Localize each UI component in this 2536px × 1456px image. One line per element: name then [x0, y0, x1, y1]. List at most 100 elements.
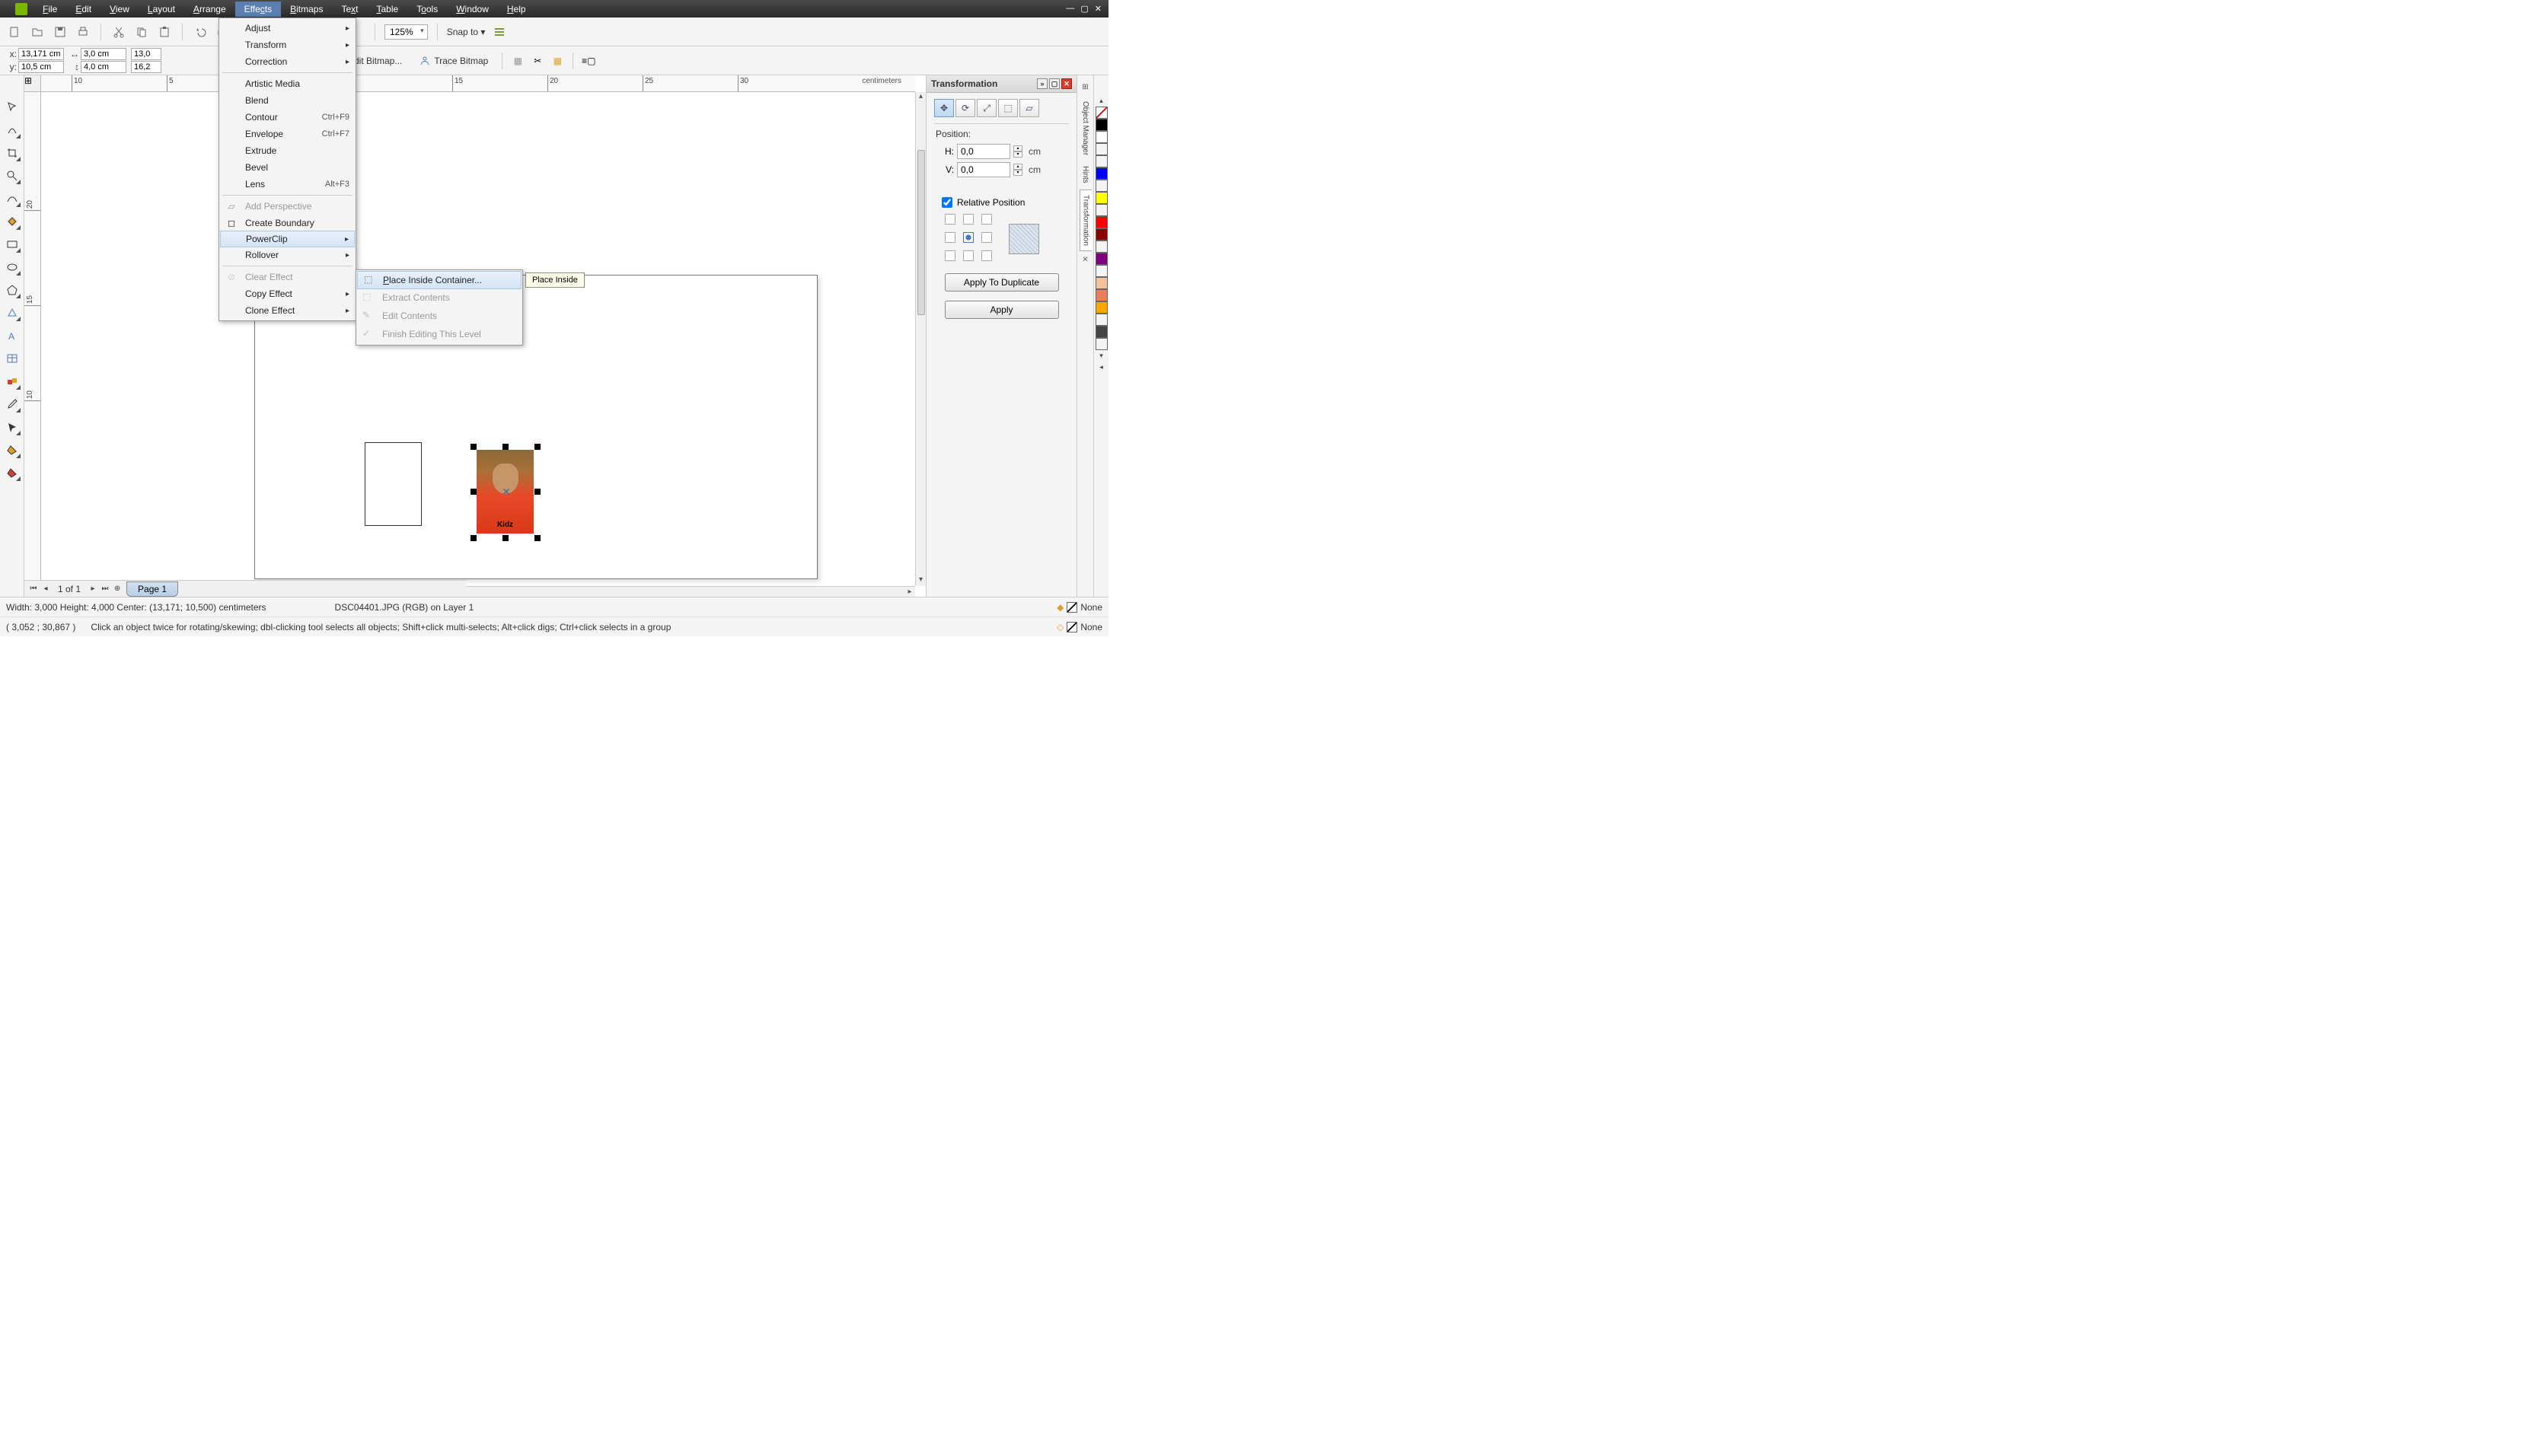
side-tab-object-manager[interactable]: Object Manager: [1080, 97, 1091, 160]
interactive-fill-tool[interactable]: [3, 464, 21, 482]
color-swatch-red[interactable]: [1096, 216, 1108, 228]
print-icon[interactable]: [75, 24, 91, 40]
crop-tool[interactable]: [3, 144, 21, 162]
selection-handle[interactable]: [534, 444, 541, 450]
menu-lens[interactable]: LensAlt+F3: [219, 176, 356, 193]
anchor-ml[interactable]: [945, 232, 955, 243]
spin-up[interactable]: ▴: [1013, 164, 1022, 170]
menu-transform[interactable]: Transform▸: [219, 37, 356, 53]
selection-handle[interactable]: [502, 535, 509, 541]
selection-handle[interactable]: [534, 489, 541, 495]
pick-tool[interactable]: [3, 98, 21, 116]
menu-layout[interactable]: Layout: [139, 2, 184, 17]
menu-help[interactable]: Help: [498, 2, 535, 17]
color-swatch-blank[interactable]: [1096, 265, 1108, 277]
anchor-bc[interactable]: [963, 250, 974, 261]
side-tab-hints[interactable]: Hints: [1080, 161, 1091, 188]
menu-view[interactable]: View: [100, 2, 139, 17]
selection-handle[interactable]: [471, 489, 477, 495]
relative-position-checkbox[interactable]: [942, 197, 952, 208]
menu-bevel[interactable]: Bevel: [219, 159, 356, 176]
zoom-select[interactable]: 125%: [384, 24, 428, 40]
scale-x-input[interactable]: [131, 48, 161, 60]
bitmap-color-mask-icon[interactable]: ▦: [550, 53, 565, 68]
position-h-input[interactable]: [957, 144, 1010, 159]
scroll-up-icon[interactable]: ▴: [919, 92, 923, 103]
anchor-tr[interactable]: [981, 214, 992, 225]
scroll-right-icon[interactable]: ▸: [904, 588, 915, 596]
fill-indicator[interactable]: ◆ None: [1057, 602, 1102, 613]
color-swatch-black[interactable]: [1096, 119, 1108, 131]
no-color-swatch[interactable]: [1096, 107, 1108, 119]
menu-file[interactable]: File: [33, 2, 66, 17]
shape-tool[interactable]: [3, 121, 21, 139]
copy-icon[interactable]: [133, 24, 150, 40]
palette-flyout-icon[interactable]: ◂: [1099, 363, 1103, 371]
paste-icon[interactable]: [156, 24, 173, 40]
selection-handle[interactable]: [502, 444, 509, 450]
menu-bitmaps[interactable]: Bitmaps: [281, 2, 332, 17]
palette-scroll-up-icon[interactable]: ▴: [1099, 97, 1103, 105]
scale-y-input[interactable]: [131, 61, 161, 73]
y-input[interactable]: [18, 61, 64, 73]
cut-icon[interactable]: [110, 24, 127, 40]
zoom-tool[interactable]: [3, 167, 21, 185]
anchor-tl[interactable]: [945, 214, 955, 225]
color-swatch-blank[interactable]: [1096, 338, 1108, 350]
rectangle-tool[interactable]: [3, 235, 21, 253]
maximize-button[interactable]: ▢: [1078, 4, 1090, 14]
docker-close-button[interactable]: ✕: [1061, 78, 1072, 89]
menu-effects[interactable]: Effects: [235, 2, 281, 17]
table-tool[interactable]: [3, 349, 21, 368]
prev-page-icon[interactable]: ◂: [40, 583, 52, 595]
smart-fill-tool[interactable]: [3, 212, 21, 231]
selection-handle[interactable]: [471, 535, 477, 541]
menu-artistic-media[interactable]: Artistic Media: [219, 75, 356, 92]
ellipse-tool[interactable]: [3, 258, 21, 276]
side-tab-close-icon[interactable]: ✕: [1082, 256, 1088, 264]
next-page-icon[interactable]: ▸: [87, 583, 99, 595]
menu-copy-effect[interactable]: Copy Effect▸: [219, 285, 356, 302]
interactive-tool[interactable]: [3, 372, 21, 390]
anchor-center[interactable]: [963, 232, 974, 243]
text-tool[interactable]: A: [3, 327, 21, 345]
color-swatch-blank[interactable]: [1096, 314, 1108, 326]
menu-table[interactable]: Table: [368, 2, 408, 17]
menu-extrude[interactable]: Extrude: [219, 142, 356, 159]
color-swatch-blank[interactable]: [1096, 155, 1108, 167]
scroll-thumb[interactable]: [917, 150, 925, 315]
options-icon[interactable]: [491, 24, 508, 40]
anchor-br[interactable]: [981, 250, 992, 261]
first-page-icon[interactable]: ⏮: [27, 583, 40, 595]
spin-down[interactable]: ▾: [1013, 151, 1022, 158]
apply-to-duplicate-button[interactable]: Apply To Duplicate: [945, 273, 1059, 292]
menu-arrange[interactable]: Arrange: [184, 2, 235, 17]
color-swatch-coral[interactable]: [1096, 289, 1108, 301]
menu-create-boundary[interactable]: ◻Create Boundary: [219, 215, 356, 231]
last-page-icon[interactable]: ⏭: [99, 583, 111, 595]
submenu-place-inside[interactable]: ⬚Place Inside Container...: [357, 271, 522, 289]
selection-handle[interactable]: [534, 535, 541, 541]
resample-icon[interactable]: ▦: [510, 53, 525, 68]
menu-tools[interactable]: Tools: [407, 2, 447, 17]
open-icon[interactable]: [29, 24, 46, 40]
spin-down[interactable]: ▾: [1013, 170, 1022, 176]
crop-icon[interactable]: ✂: [530, 53, 545, 68]
palette-scroll-down-icon[interactable]: ▾: [1099, 352, 1103, 360]
size-mode-icon[interactable]: ⬚: [998, 99, 1018, 117]
height-input[interactable]: [81, 61, 126, 73]
menu-envelope[interactable]: EnvelopeCtrl+F7: [219, 126, 356, 142]
color-swatch-blank[interactable]: [1096, 241, 1108, 253]
color-swatch-blank[interactable]: [1096, 180, 1108, 192]
menu-rollover[interactable]: Rollover▸: [219, 247, 356, 263]
anchor-tc[interactable]: [963, 214, 974, 225]
width-input[interactable]: [81, 48, 126, 60]
apply-button[interactable]: Apply: [945, 301, 1059, 319]
add-page-icon[interactable]: ⊕: [111, 583, 123, 595]
menu-window[interactable]: Window: [447, 2, 498, 17]
color-swatch-tan[interactable]: [1096, 277, 1108, 289]
position-mode-icon[interactable]: ✥: [934, 99, 954, 117]
outline-tool[interactable]: [3, 418, 21, 436]
ruler-origin[interactable]: ⊞: [24, 75, 41, 92]
new-icon[interactable]: [6, 24, 23, 40]
